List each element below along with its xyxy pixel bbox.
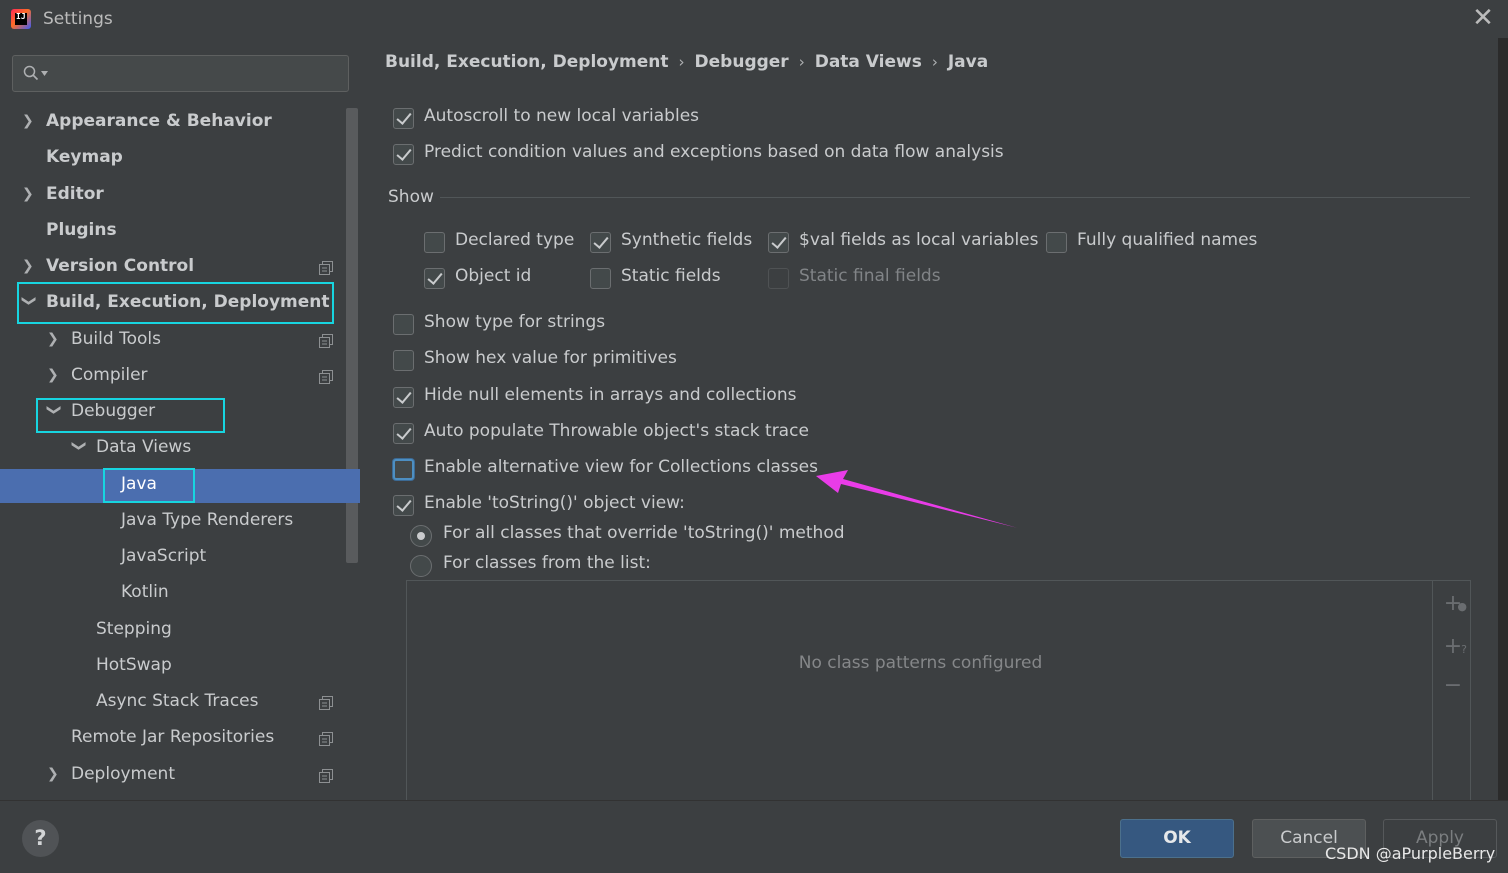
sidebar-item-remote-jar[interactable]: Remote Jar Repositories xyxy=(0,722,360,756)
sidebar-item-compiler[interactable]: ❯ Compiler xyxy=(0,360,360,394)
search-dropdown-icon xyxy=(41,71,48,76)
ok-button[interactable]: OK xyxy=(1120,819,1234,858)
breadcrumb-item[interactable]: Debugger xyxy=(695,52,789,72)
chevron-right-icon[interactable]: ❯ xyxy=(47,332,61,346)
breadcrumb: Build, Execution, Deployment › Debugger › Da… xyxy=(385,52,988,72)
highlight-box-debugger xyxy=(36,398,225,433)
add-pattern-icon[interactable]: +? xyxy=(1442,636,1467,658)
watermark: CSDN @aPurpleBerry xyxy=(1325,844,1496,863)
checkbox[interactable] xyxy=(393,459,414,480)
checkbox[interactable] xyxy=(590,232,611,253)
close-icon[interactable]: ✕ xyxy=(1468,3,1498,33)
chevron-down-icon[interactable]: ❯ xyxy=(71,440,87,454)
highlight-box-java xyxy=(103,468,195,503)
settings-content: Build, Execution, Deployment › Debugger › Da… xyxy=(361,38,1508,801)
checkbox[interactable] xyxy=(424,268,445,289)
checkbox[interactable] xyxy=(590,268,611,289)
project-level-icon xyxy=(319,370,333,384)
project-level-icon xyxy=(319,334,333,348)
section-title-show: Show xyxy=(388,187,434,207)
sidebar-item-hotswap[interactable]: HotSwap xyxy=(0,650,360,684)
checkbox[interactable] xyxy=(1046,232,1067,253)
breadcrumb-separator-icon: › xyxy=(678,53,685,71)
sidebar-item-build-tools[interactable]: ❯ Build Tools xyxy=(0,324,360,358)
sidebar-item-version-control[interactable]: ❯ Version Control xyxy=(0,251,360,285)
checkbox[interactable] xyxy=(424,232,445,253)
checkbox[interactable] xyxy=(393,495,414,516)
highlight-box-build xyxy=(17,282,334,324)
breadcrumb-separator-icon: › xyxy=(931,53,938,71)
checkbox[interactable] xyxy=(393,350,414,371)
radio-button[interactable] xyxy=(410,555,432,577)
sidebar-item-java-type-renderers[interactable]: Java Type Renderers xyxy=(0,505,360,539)
chevron-right-icon[interactable]: ❯ xyxy=(22,114,36,128)
checkbox[interactable] xyxy=(768,232,789,253)
project-level-icon xyxy=(319,732,333,746)
search-input[interactable] xyxy=(49,60,339,88)
checkbox[interactable] xyxy=(393,108,414,129)
sidebar-item-keymap[interactable]: Keymap xyxy=(0,142,360,176)
sidebar-item-stepping[interactable]: Stepping xyxy=(0,614,360,648)
project-level-icon xyxy=(319,261,333,275)
sidebar-item-kotlin[interactable]: Kotlin xyxy=(0,577,360,611)
sidebar-item-appearance[interactable]: ❯ Appearance & Behavior xyxy=(0,106,360,140)
settings-sidebar: ❯ Appearance & Behavior Keymap ❯ Editor … xyxy=(0,38,361,800)
chevron-right-icon[interactable]: ❯ xyxy=(22,187,36,201)
remove-icon[interactable]: − xyxy=(1442,675,1464,697)
section-divider xyxy=(440,197,1470,198)
sidebar-item-deployment[interactable]: ❯ Deployment xyxy=(0,759,360,793)
search-icon xyxy=(23,65,39,81)
breadcrumb-separator-icon: › xyxy=(798,53,805,71)
dialog-button-bar: ? OK Cancel Apply xyxy=(0,800,1508,873)
radio-button[interactable] xyxy=(410,525,432,547)
intellij-app-icon: IJ xyxy=(11,9,31,29)
chevron-right-icon[interactable]: ❯ xyxy=(47,368,61,382)
checkbox[interactable] xyxy=(393,423,414,444)
window-title: Settings xyxy=(43,9,113,29)
sidebar-item-editor[interactable]: ❯ Editor xyxy=(0,179,360,213)
project-level-icon xyxy=(319,696,333,710)
empty-list-text: No class patterns configured xyxy=(798,653,1043,673)
project-level-icon xyxy=(319,769,333,783)
search-box[interactable] xyxy=(12,55,349,92)
checkbox[interactable] xyxy=(393,387,414,408)
class-patterns-list[interactable]: No class patterns configured + ● +? − xyxy=(406,580,1471,801)
breadcrumb-item[interactable]: Build, Execution, Deployment xyxy=(385,52,669,72)
help-button[interactable]: ? xyxy=(22,820,59,857)
list-toolbar: + ● +? − xyxy=(1432,581,1470,801)
checkbox[interactable] xyxy=(393,314,414,335)
chevron-right-icon[interactable]: ❯ xyxy=(22,259,36,273)
sidebar-item-javascript[interactable]: JavaScript xyxy=(0,541,360,575)
chevron-right-icon[interactable]: ❯ xyxy=(47,767,61,781)
add-class-icon[interactable]: + ● xyxy=(1442,593,1467,615)
title-bar: IJ Settings ✕ xyxy=(0,0,1508,38)
breadcrumb-item: Java xyxy=(947,52,989,72)
checkbox xyxy=(768,268,789,289)
sidebar-item-plugins[interactable]: Plugins xyxy=(0,215,360,249)
sidebar-item-data-views[interactable]: ❯ Data Views xyxy=(0,432,360,466)
window-edge xyxy=(1498,38,1508,800)
sidebar-item-async-stack-traces[interactable]: Async Stack Traces xyxy=(0,686,360,720)
breadcrumb-item[interactable]: Data Views xyxy=(815,52,922,72)
checkbox[interactable] xyxy=(393,144,414,165)
